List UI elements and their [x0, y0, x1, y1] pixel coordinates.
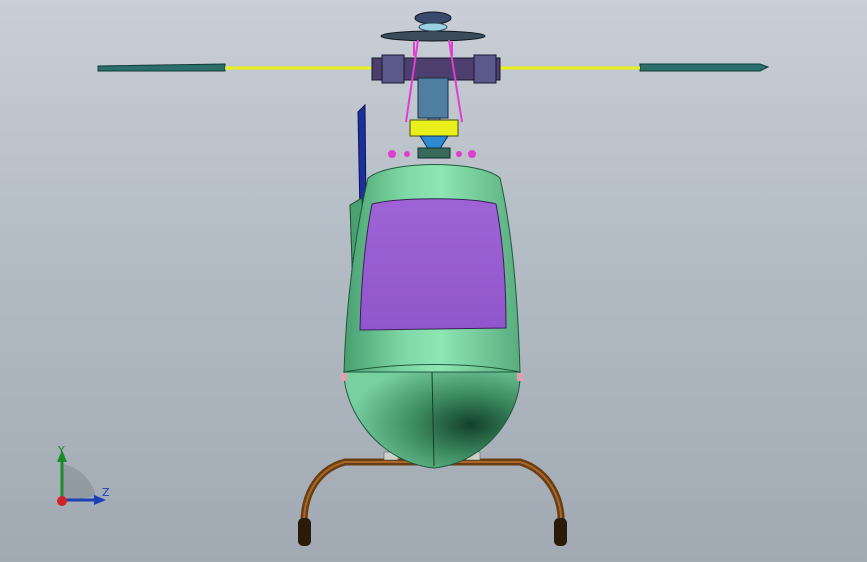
- helicopter-model[interactable]: [0, 0, 867, 562]
- landing-skids: [300, 458, 565, 539]
- windshield: [359, 198, 507, 331]
- axis-y-label: Y: [58, 444, 65, 457]
- axis-z-label: Z: [102, 486, 110, 499]
- coordinate-triad: [57, 450, 106, 506]
- rotor-hub[interactable]: [371, 11, 501, 133]
- swashplate[interactable]: [388, 119, 476, 159]
- 3d-viewport[interactable]: Y Z: [0, 0, 867, 562]
